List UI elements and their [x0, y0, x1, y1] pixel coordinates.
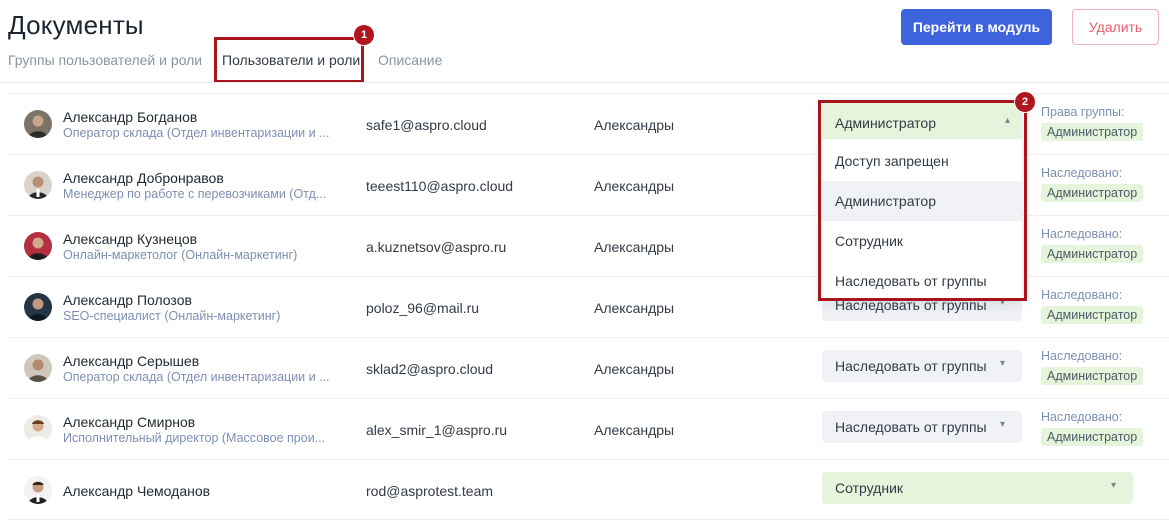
avatar [24, 110, 52, 138]
table-row: Александр Смирнов Исполнительный директо… [8, 398, 1169, 459]
inherited-label: Наследовано: [1041, 349, 1123, 363]
avatar [24, 415, 52, 443]
user-group: Александры [594, 239, 675, 255]
table-row: Александр Серышев Оператор склада (Отдел… [8, 337, 1169, 398]
user-group: Александры [594, 422, 675, 438]
user-name[interactable]: Александр Добронравов [63, 170, 224, 186]
inherited-role-badge: Администратор [1041, 428, 1144, 446]
user-email: teeest110@aspro.cloud [366, 178, 514, 194]
user-name[interactable]: Александр Полозов [63, 292, 192, 308]
avatar [24, 232, 52, 260]
avatar [24, 476, 52, 504]
tab-users-roles[interactable]: Пользователи и роли [222, 52, 360, 68]
marker-badge-1: 1 [354, 25, 374, 45]
inherited-role-badge: Администратор [1041, 184, 1144, 202]
role-select-value: Наследовать от группы [835, 358, 987, 374]
role-option-label: Администратор [835, 193, 937, 209]
user-group: Александры [594, 300, 675, 316]
header-divider [0, 82, 1169, 83]
group-rights-label: Права группы: [1041, 105, 1125, 119]
user-position: SEO-специалист (Онлайн-маркетинг) [63, 309, 281, 323]
role-select[interactable]: Наследовать от группы ▾ [822, 411, 1022, 443]
tab-user-groups[interactable]: Группы пользователей и роли [8, 52, 202, 68]
chevron-down-icon: ▾ [1111, 480, 1117, 491]
marker-badge-2: 2 [1015, 92, 1035, 112]
user-email: safe1@aspro.cloud [366, 117, 487, 133]
inherited-label: Наследовано: [1041, 288, 1123, 302]
role-option-label: Наследовать от группы [835, 273, 987, 289]
page-title: Документы [8, 10, 144, 40]
role-option-employee[interactable]: Сотрудник [822, 221, 1022, 261]
user-position: Оператор склада (Отдел инвентаризации и … [63, 126, 330, 140]
user-email: poloz_96@mail.ru [366, 300, 480, 316]
user-email: a.kuznetsov@aspro.ru [366, 239, 507, 255]
role-select[interactable]: Наследовать от группы ▾ [822, 350, 1022, 382]
user-group: Александры [594, 117, 675, 133]
user-position: Оператор склада (Отдел инвентаризации и … [63, 370, 330, 384]
inherited-role-badge: Администратор [1041, 123, 1144, 141]
user-email: sklad2@aspro.cloud [366, 361, 494, 377]
chevron-down-icon: ▾ [1000, 358, 1006, 369]
delete-button[interactable]: Удалить [1072, 9, 1159, 45]
user-email: alex_smir_1@aspro.ru [366, 422, 508, 438]
user-group: Александры [594, 178, 675, 194]
role-select-value: Наследовать от группы [835, 419, 987, 435]
user-position: Исполнительный директор (Массовое прои..… [63, 431, 326, 445]
go-to-module-button[interactable]: Перейти в модуль [901, 9, 1052, 45]
user-position: Менеджер по работе с перевозчиками (Отд.… [63, 187, 327, 201]
role-dropdown[interactable]: Администратор ▴ Доступ запрещен Админист… [822, 103, 1022, 299]
user-name[interactable]: Александр Богданов [63, 109, 197, 125]
user-name[interactable]: Александр Смирнов [63, 414, 195, 430]
role-select[interactable]: Сотрудник ▾ [822, 472, 1133, 504]
role-select-value: Администратор [835, 115, 937, 131]
inherited-role-badge: Администратор [1041, 245, 1144, 263]
table-bottom-border [8, 519, 1169, 520]
role-select-open[interactable]: Администратор ▴ [822, 103, 1022, 139]
user-email: rod@asprotest.team [366, 483, 494, 499]
inherited-label: Наследовано: [1041, 227, 1123, 241]
role-option-administrator[interactable]: Администратор [822, 181, 1022, 221]
avatar [24, 171, 52, 199]
chevron-down-icon: ▾ [1000, 419, 1006, 430]
inherited-role-badge: Администратор [1041, 367, 1144, 385]
avatar [24, 293, 52, 321]
role-option-inherit[interactable]: Наследовать от группы [822, 261, 1022, 301]
inherited-role-badge: Администратор [1041, 306, 1144, 324]
inherited-label: Наследовано: [1041, 166, 1123, 180]
user-name[interactable]: Александр Серышев [63, 353, 199, 369]
chevron-up-icon: ▴ [1004, 115, 1010, 126]
role-option-label: Доступ запрещен [835, 153, 949, 169]
avatar [24, 354, 52, 382]
role-option-access-denied[interactable]: Доступ запрещен [822, 141, 1022, 181]
inherited-label: Наследовано: [1041, 410, 1123, 424]
tab-description[interactable]: Описание [378, 52, 442, 68]
user-name[interactable]: Александр Кузнецов [63, 231, 197, 247]
user-position: Онлайн-маркетолог (Онлайн-маркетинг) [63, 248, 298, 262]
user-name[interactable]: Александр Чемоданов [63, 483, 210, 499]
table-row: Александр Чемоданов rod@asprotest.team С… [8, 459, 1169, 520]
role-option-label: Сотрудник [835, 233, 904, 249]
user-group: Александры [594, 361, 675, 377]
role-select-value: Сотрудник [835, 480, 904, 496]
